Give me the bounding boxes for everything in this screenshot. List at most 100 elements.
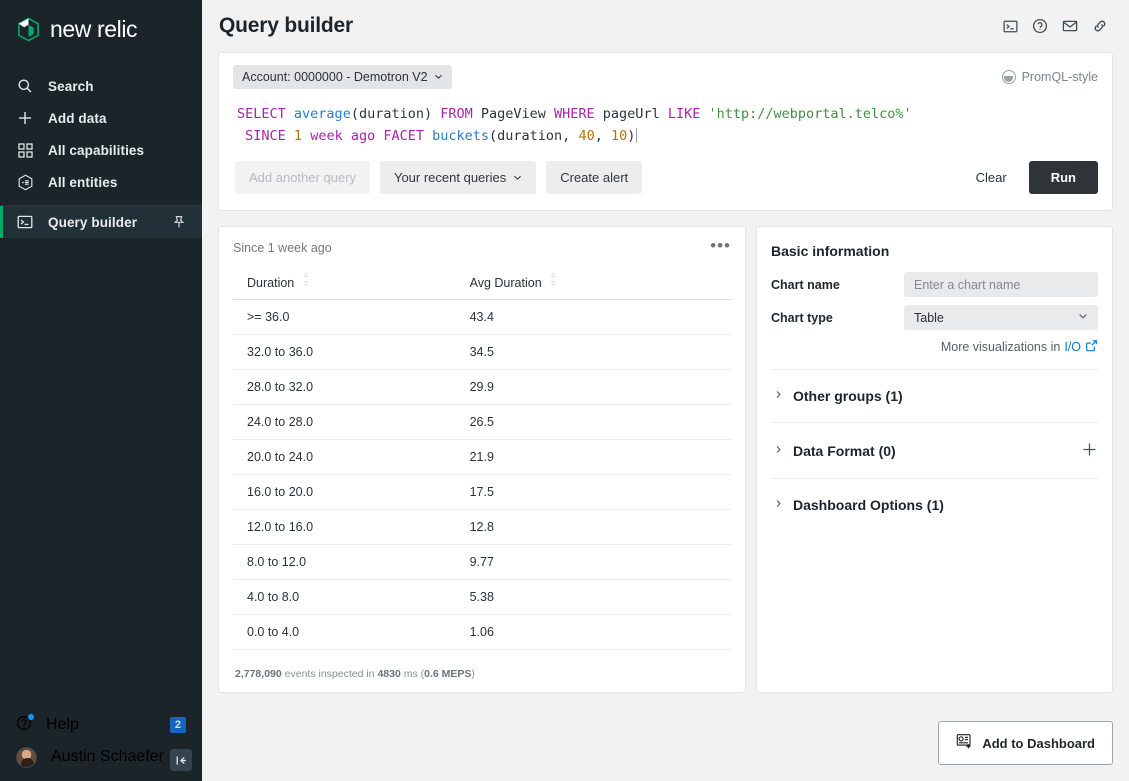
nrql-token: SINCE [245,128,286,144]
main-content: Query builder [202,0,1129,781]
column-header-avg-duration[interactable]: Avg Duration ▵▿ [461,270,731,300]
table-body: >= 36.043.432.0 to 36.034.528.0 to 32.02… [233,300,731,650]
recent-queries-label: Your recent queries [394,170,506,185]
nrql-token: PageView [473,106,554,122]
accordion-label: Other groups (1) [793,388,903,404]
query-header: Account: 0000000 - Demotron V2 PromQL-st… [219,53,1112,89]
footer-text-mid: events inspected in [282,668,378,680]
external-link-icon[interactable] [1085,339,1098,355]
cell-duration: 24.0 to 28.0 [233,405,461,440]
sidebar-item-all-entities[interactable]: All entities [0,166,202,198]
table-row[interactable]: 4.0 to 8.05.38 [233,580,731,615]
nrql-token [424,128,432,144]
basic-information-title: Basic information [771,243,1098,259]
footer-text-unit: ms ( [401,668,424,680]
table-header-row: Duration ▵▿ Avg Duration ▵▿ [233,270,731,300]
chart-name-input[interactable] [904,272,1098,297]
collapse-sidebar-icon[interactable] [170,749,192,771]
footer-text-end: ) [471,668,475,680]
promql-label: PromQL-style [1022,70,1098,84]
chart-type-select[interactable]: Table [904,305,1098,330]
sort-icon[interactable]: ▵▿ [551,270,556,288]
cell-duration: 28.0 to 32.0 [233,370,461,405]
chart-type-value: Table [914,311,944,325]
chevron-down-icon [1078,311,1088,324]
add-another-query-button[interactable]: Add another query [235,161,370,194]
nrql-token: pageUrl [595,106,668,122]
more-visualizations-row: More visualizations in I/O [771,339,1098,369]
mail-icon[interactable] [1057,13,1083,39]
table-row[interactable]: 0.0 to 4.01.06 [233,615,731,650]
account-selector[interactable]: Account: 0000000 - Demotron V2 [233,65,452,89]
chart-settings-panel: Basic information Chart name Chart type … [756,226,1113,693]
results-timerange: Since 1 week ago [233,241,332,255]
nrql-token: (duration, [489,128,578,144]
accordion-data-format[interactable]: Data Format (0) [771,422,1098,478]
table-row[interactable]: 8.0 to 12.09.77 [233,545,731,580]
pin-icon[interactable] [172,215,186,229]
create-alert-button[interactable]: Create alert [546,161,642,194]
cell-duration: 4.0 to 8.0 [233,580,461,615]
nrql-query-input[interactable]: SELECT average(duration) FROM PageView W… [219,89,1112,153]
chevron-right-icon [771,445,793,457]
promql-style-toggle[interactable]: PromQL-style [1002,70,1098,84]
io-link[interactable]: I/O [1064,340,1081,354]
sidebar-item-add-data[interactable]: Add data [0,102,202,134]
nrql-token: WHERE [554,106,595,122]
table-row[interactable]: >= 36.043.4 [233,300,731,335]
add-to-dashboard-button[interactable]: Add to Dashboard [938,721,1113,765]
table-row[interactable]: 28.0 to 32.029.9 [233,370,731,405]
duration-ms: 4830 [377,668,400,680]
terminal-icon[interactable] [997,13,1023,39]
cell-duration: 16.0 to 20.0 [233,475,461,510]
topbar: Query builder [202,0,1129,52]
table-row[interactable]: 12.0 to 16.012.8 [233,510,731,545]
sidebar-item-query-builder[interactable]: Query builder [0,206,202,238]
add-data-format-icon[interactable] [1081,441,1098,460]
sidebar-item-label: Add data [48,111,107,126]
nrql-token: average [294,106,351,122]
logo-wordmark: new relic [50,16,137,43]
sidebar-item-search[interactable]: Search [0,70,202,102]
nrql-token: LIKE [668,106,701,122]
cell-duration: 8.0 to 12.0 [233,545,461,580]
table-row[interactable]: 32.0 to 36.034.5 [233,335,731,370]
nrql-token: , [595,128,611,144]
nrql-token: FROM [440,106,473,122]
accordion-label: Dashboard Options (1) [793,497,944,513]
nrql-token: 40 [578,128,594,144]
cell-duration: 12.0 to 16.0 [233,510,461,545]
run-button[interactable]: Run [1029,161,1098,194]
chevron-down-icon [434,70,443,84]
accordion-other-groups[interactable]: Other groups (1) [771,369,1098,422]
table-row[interactable]: 16.0 to 20.017.5 [233,475,731,510]
cell-avg-duration: 12.8 [461,510,731,545]
results-footer: 2,778,090 events inspected in 4830 ms (0… [233,654,731,692]
sidebar-item-help[interactable]: Help 2 [0,709,202,741]
chevron-down-icon [513,170,522,185]
nrql-token: (duration) [351,106,440,122]
sidebar-item-all-capabilities[interactable]: All capabilities [0,134,202,166]
help-circle-icon[interactable] [1027,13,1053,39]
table-row[interactable]: 20.0 to 24.021.9 [233,440,731,475]
nrql-line-1: SELECT average(duration) FROM PageView W… [237,106,912,122]
results-menu-icon[interactable]: ••• [710,241,731,251]
accordion-dashboard-options[interactable]: Dashboard Options (1) [771,478,1098,531]
cell-avg-duration: 1.06 [461,615,731,650]
sidebar: new relic Search Add data [0,0,202,781]
nrql-token: 1 [294,128,302,144]
column-header-duration[interactable]: Duration ▵▿ [233,270,461,300]
nrql-token [286,106,294,122]
text-caret [636,128,637,143]
column-label: Duration [247,276,294,290]
nrql-token [286,128,294,144]
recent-queries-button[interactable]: Your recent queries [380,161,536,194]
help-label: Help [46,716,79,734]
table-row[interactable]: 24.0 to 28.026.5 [233,405,731,440]
new-relic-logo[interactable]: new relic [0,4,202,54]
link-icon[interactable] [1087,13,1113,39]
sort-icon[interactable]: ▵▿ [304,270,309,288]
results-header: Since 1 week ago ••• [233,241,731,255]
dashboard-add-icon [956,733,973,753]
clear-button[interactable]: Clear [964,161,1019,194]
